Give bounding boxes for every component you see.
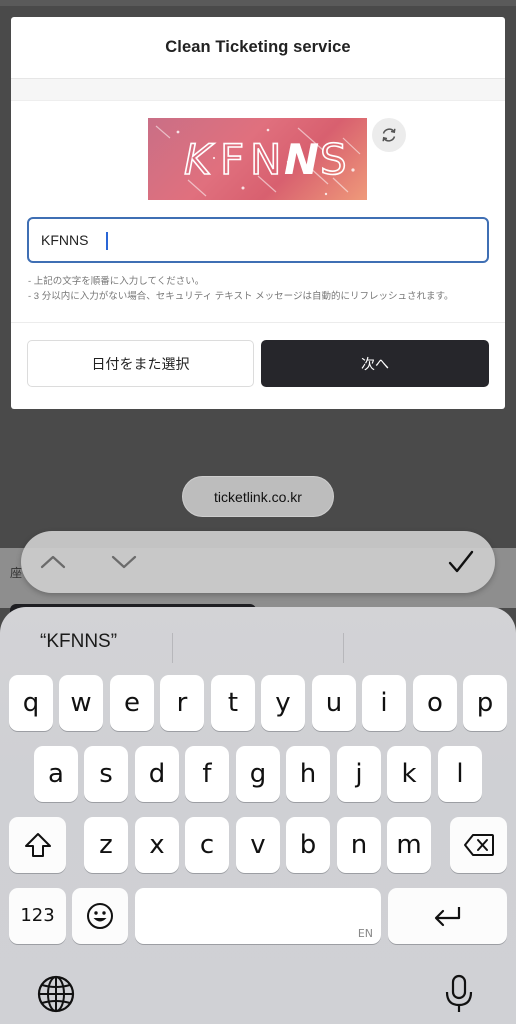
key-c[interactable]: c	[185, 817, 229, 873]
shift-key[interactable]	[9, 817, 66, 873]
key-w[interactable]: w	[59, 675, 103, 731]
captcha-modal: Clean Ticketing service K F N N S KFNNS …	[11, 17, 505, 409]
emoji-key[interactable]	[72, 888, 128, 944]
instruction-line-2: - 3 分以内に入力がない場合、セキュリティ テキスト メッセージは自動的にリフ…	[28, 291, 454, 302]
suggestion-bar: “KFNNS”	[0, 617, 516, 663]
space-language-label: EN	[357, 927, 373, 940]
suggestion-1[interactable]: “KFNNS”	[40, 631, 117, 653]
captcha-char-4: N	[284, 135, 319, 184]
modal-header: Clean Ticketing service	[11, 17, 505, 79]
form-accessory-bar	[21, 531, 495, 593]
next-button[interactable]: 次へ	[261, 340, 489, 387]
delete-icon	[463, 834, 494, 856]
key-m[interactable]: m	[387, 817, 431, 873]
chevron-down-icon	[111, 555, 137, 569]
key-t[interactable]: t	[211, 675, 255, 731]
key-n[interactable]: n	[337, 817, 381, 873]
numbers-key[interactable]: 123	[9, 888, 66, 944]
key-e[interactable]: e	[110, 675, 154, 731]
key-j[interactable]: j	[337, 746, 381, 802]
key-o[interactable]: o	[413, 675, 457, 731]
modal-subheader	[11, 79, 505, 101]
key-h[interactable]: h	[286, 746, 330, 802]
key-r[interactable]: r	[160, 675, 204, 731]
url-pill[interactable]: ticketlink.co.kr	[182, 476, 334, 517]
space-key[interactable]: EN	[135, 888, 381, 944]
microphone-icon	[445, 974, 473, 1012]
keyboard: “KFNNS” q w e r t y u i o p a s d f g h …	[0, 607, 516, 1024]
url-text: ticketlink.co.kr	[214, 488, 302, 505]
globe-icon	[37, 975, 75, 1013]
key-p[interactable]: p	[463, 675, 507, 731]
shift-icon	[24, 833, 51, 857]
backdrop-partial-text: 座	[10, 566, 23, 580]
key-y[interactable]: y	[261, 675, 305, 731]
reselect-date-button[interactable]: 日付をまた選択	[27, 340, 254, 387]
emoji-icon	[87, 903, 113, 929]
chevron-up-icon	[40, 555, 66, 569]
key-g[interactable]: g	[236, 746, 280, 802]
key-d[interactable]: d	[135, 746, 179, 802]
captcha-char-5: S	[320, 135, 347, 184]
captcha-char-2: F	[220, 135, 244, 184]
captcha-input-field[interactable]	[27, 217, 489, 263]
suggestion-separator	[172, 633, 173, 663]
checkmark-icon	[448, 550, 474, 573]
key-a[interactable]: a	[34, 746, 78, 802]
captcha-input[interactable]	[29, 219, 487, 261]
text-caret	[106, 232, 108, 250]
next-field-button[interactable]	[109, 547, 139, 577]
modal-title: Clean Ticketing service	[165, 38, 351, 56]
previous-field-button[interactable]	[38, 547, 68, 577]
key-k[interactable]: k	[387, 746, 431, 802]
suggestion-separator	[343, 633, 344, 663]
done-button[interactable]	[446, 547, 476, 577]
key-s[interactable]: s	[84, 746, 128, 802]
key-b[interactable]: b	[286, 817, 330, 873]
key-q[interactable]: q	[9, 675, 53, 731]
globe-key[interactable]	[36, 974, 76, 1014]
refresh-icon	[382, 128, 396, 142]
instruction-line-1: - 上記の文字を順番に入力してください。	[28, 276, 205, 287]
key-i[interactable]: i	[362, 675, 406, 731]
captcha-char-3: N	[250, 135, 281, 184]
divider	[11, 322, 505, 323]
backspace-key[interactable]	[450, 817, 507, 873]
dictation-key[interactable]	[444, 974, 474, 1014]
captcha-row: K F N N S	[11, 101, 505, 213]
key-z[interactable]: z	[84, 817, 128, 873]
captcha-char-1: K	[184, 135, 215, 184]
key-l[interactable]: l	[438, 746, 482, 802]
instructions: - 上記の文字を順番に入力してください。 - 3 分以内に入力がない場合、セキュ…	[28, 274, 454, 304]
return-key[interactable]	[388, 888, 507, 944]
backdrop-top-strip	[0, 0, 516, 6]
key-x[interactable]: x	[135, 817, 179, 873]
captcha-image: K F N N S	[148, 118, 367, 200]
key-f[interactable]: f	[185, 746, 229, 802]
key-u[interactable]: u	[312, 675, 356, 731]
return-icon	[434, 907, 460, 927]
refresh-captcha-button[interactable]	[372, 118, 406, 152]
key-v[interactable]: v	[236, 817, 280, 873]
